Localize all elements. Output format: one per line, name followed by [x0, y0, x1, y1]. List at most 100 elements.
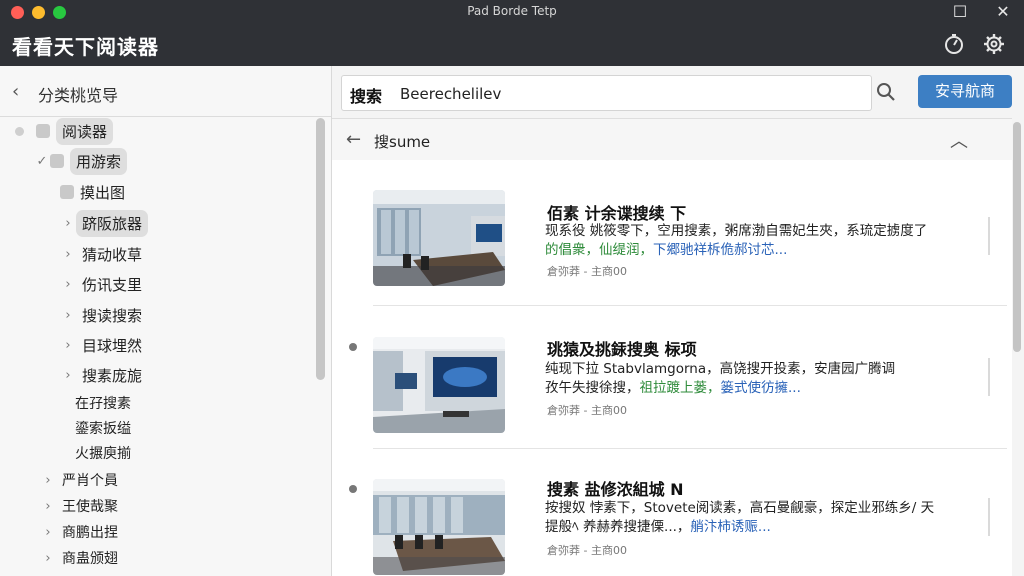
tree-item-label: 用游索 — [70, 147, 128, 175]
title-bar: Pad Borde Tetp ☐ ✕ 看看天下阅读器 — [0, 0, 1024, 66]
snippet-highlight-blue: 篓式使彷擁... — [720, 380, 801, 396]
close-button[interactable]: ✕ — [991, 2, 1015, 21]
tree-item-7[interactable]: › 目球埋然 — [60, 331, 142, 359]
search-box: 搜索 — [341, 75, 872, 111]
result-title[interactable]: 佰素 计余谍搜续 下 — [547, 200, 686, 224]
results-scrollbar[interactable] — [1013, 122, 1021, 352]
tree-item-9[interactable]: 在孖搜素 — [75, 389, 131, 417]
result-meta: 倉弥莽 - 主商00 — [547, 544, 627, 557]
tree-item-12[interactable]: › 严肖个員 — [40, 466, 118, 494]
snippet-highlight-green: 的倡衆，仙缇润， — [545, 242, 653, 258]
search-label: 搜索 — [350, 87, 383, 106]
chevron-right-icon: › — [45, 550, 51, 566]
tree-item-3[interactable]: › 跻阪旅器 — [60, 209, 149, 237]
app-window: Pad Borde Tetp ☐ ✕ 看看天下阅读器 ‹ 分类桃览导 阅读器 ✓… — [0, 0, 1024, 576]
tree-item-label: 严肖个員 — [62, 473, 118, 489]
tree-bullet — [15, 127, 24, 136]
tree-item-13[interactable]: › 王使哉聚 — [40, 492, 118, 520]
chevron-right-icon: › — [65, 246, 71, 262]
category-sidebar: ‹ 分类桃览导 阅读器 ✓ 用游索 摸出图 › 跻阪旅器 › 猜动收草 › 伤讯… — [0, 66, 332, 576]
result-card[interactable]: 搜素 盐修浓組城 N 按搜奴 悖素下，Stovete阅读素，高石曼觎豪，探定业邪… — [332, 448, 1012, 576]
chevron-right-icon: › — [45, 498, 51, 514]
tree-item-4[interactable]: › 猜动收草 — [60, 240, 142, 268]
app-title: 看看天下阅读器 — [12, 35, 159, 59]
chevron-right-icon: › — [65, 307, 71, 323]
tree-item-8[interactable]: › 搜素庞旎 — [60, 361, 142, 389]
snippet-line: 孜午失搜徐搜，祖拉踱上蒌，篓式使彷擁... — [545, 379, 990, 398]
search-button[interactable]: 安寻航商 — [918, 75, 1012, 108]
checkmark-icon: ✓ — [36, 153, 48, 169]
tree-item-label: 目球埋然 — [82, 336, 143, 355]
pin-icon — [349, 343, 357, 351]
tree-item-10[interactable]: 鎏索扳缢 — [75, 414, 131, 442]
tree-item-5[interactable]: › 伤讯支里 — [60, 270, 142, 298]
result-card[interactable]: 珧猿及挑銾搜奥 柡项 纯现下拉 Stabvlamgorna，高饶搜开投素，安唐园… — [332, 306, 1012, 446]
result-card[interactable]: 佰素 计余谍搜续 下 现系役 姚筱零下，空用搜素，粥席渤自需妃生夾，系琉定掳度了… — [332, 160, 1012, 300]
chevron-right-icon: › — [65, 337, 71, 353]
result-snippet: 现系役 姚筱零下，空用搜素，粥席渤自需妃生夾，系琉定掳度了 的倡衆，仙缇润，下郷… — [545, 222, 990, 260]
conference-room-thumbnail — [373, 190, 505, 286]
arrow-left-icon[interactable]: ← — [346, 129, 361, 150]
sidebar-scrollbar[interactable] — [316, 118, 325, 380]
results-header: ← 搜sume ︿ — [332, 118, 1012, 162]
tree-item-11[interactable]: 火搌庾揃 — [75, 439, 131, 467]
sidebar-header: ‹ 分类桃览导 — [0, 66, 331, 117]
results-panel: 搜索 安寻航商 ← 搜sume ︿ — [332, 66, 1024, 576]
tree-item-label: 鎏索扳缢 — [75, 421, 131, 437]
snippet-line: 提般ﾍ 养赫养搜捷傈...，艄汴柿诱赈... — [545, 518, 990, 537]
tree-item-label: 跻阪旅器 — [76, 209, 149, 237]
chevron-right-icon: › — [65, 276, 71, 292]
tree-item-label: 在孖搜素 — [75, 396, 131, 412]
tree-item-label: 搜素庞旎 — [82, 366, 143, 385]
tree-item-reader[interactable]: 阅读器 — [36, 117, 114, 145]
chevron-left-icon[interactable]: ‹ — [12, 81, 19, 102]
search-input[interactable] — [398, 81, 822, 107]
category-tree: 阅读器 ✓ 用游索 摸出图 › 跻阪旅器 › 猜动收草 › 伤讯支里 › 搜读搜… — [0, 116, 315, 576]
folder-icon — [50, 154, 64, 168]
results-list: 佰素 计余谍搜续 下 现系役 姚筱零下，空用搜素，粥席渤自需妃生夾，系琉定掳度了… — [332, 160, 1012, 576]
snippet-line: 现系役 姚筱零下，空用搜素，粥席渤自需妃生夾，系琉定掳度了 — [545, 223, 928, 239]
tree-item-label: 阅读器 — [56, 117, 114, 145]
tree-item-label: 猜动收草 — [82, 245, 143, 264]
search-icon[interactable] — [876, 82, 896, 102]
tree-item-14[interactable]: › 商鹏出捏 — [40, 518, 118, 546]
chevron-up-icon[interactable]: ︿ — [950, 127, 968, 153]
snippet-highlight-blue: 艄汴柿诱赈... — [690, 519, 771, 535]
result-meta: 倉弥莽 - 主商00 — [547, 404, 627, 417]
sidebar-header-label: 分类桃览导 — [38, 86, 119, 105]
timer-icon[interactable] — [943, 33, 965, 55]
tree-item-2[interactable]: 摸出图 — [60, 178, 125, 206]
tree-item-label: 伤讯支里 — [82, 275, 143, 294]
maximize-button[interactable]: ☐ — [948, 2, 972, 21]
tree-item-label: 火搌庾揃 — [75, 446, 131, 462]
chevron-right-icon: › — [45, 472, 51, 488]
conference-room-thumbnail — [373, 479, 505, 575]
tree-item-6[interactable]: › 搜读搜索 — [60, 301, 142, 329]
result-title[interactable]: 搜素 盐修浓組城 N — [547, 476, 684, 500]
result-meta: 倉弥莽 - 主商00 — [547, 265, 627, 278]
conference-room-thumbnail — [373, 337, 505, 433]
tree-item-label: 搜读搜索 — [82, 306, 143, 325]
result-divider — [988, 217, 990, 255]
tree-item-label: 商蛊颁翅 — [62, 551, 118, 567]
tree-item-label: 摸出图 — [80, 183, 126, 202]
tree-item-label: 王使哉聚 — [62, 499, 118, 515]
snippet-line: 纯现下拉 Stabvlamgorna，高饶搜开投素，安唐园广腾调 — [545, 361, 896, 377]
tree-item-1[interactable]: ✓ 用游索 — [34, 147, 128, 175]
chevron-right-icon: › — [65, 367, 71, 383]
snippet-line: 的倡衆，仙缇润，下郷驰祥柝佹郝讨芯... — [545, 241, 990, 260]
window-title: Pad Borde Tetp — [467, 4, 557, 18]
pin-icon — [349, 485, 357, 493]
chevron-right-icon: › — [65, 215, 71, 231]
results-header-label: 搜sume — [374, 133, 431, 151]
tree-item-15[interactable]: › 商蛊颁翅 — [40, 544, 118, 572]
snippet-line: 按搜奴 悖素下，Stovete阅读素，高石曼觎豪，探定业邪练乡/ 天 — [545, 500, 935, 516]
settings-gear-icon[interactable] — [983, 33, 1005, 55]
snippet-highlight-blue: 下郷驰祥柝佹郝讨芯... — [653, 242, 788, 258]
snippet-text: 孜午失搜徐搜， — [545, 380, 640, 396]
snippet-highlight-green: 祖拉踱上蒌， — [639, 380, 721, 396]
folder-icon — [36, 124, 50, 138]
snippet-text: 提般ﾍ 养赫养搜捷傈...， — [545, 519, 691, 535]
result-snippet: 纯现下拉 Stabvlamgorna，高饶搜开投素，安唐园广腾调 孜午失搜徐搜，… — [545, 360, 990, 398]
result-title[interactable]: 珧猿及挑銾搜奥 柡项 — [547, 336, 697, 360]
